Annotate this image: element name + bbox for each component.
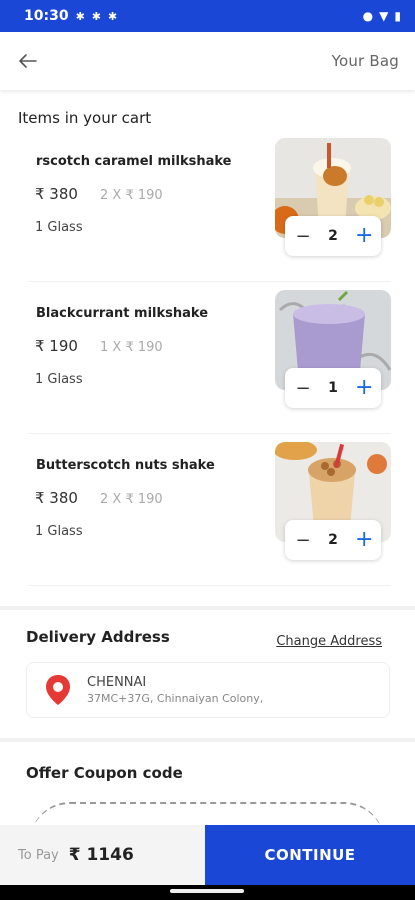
decrease-quantity-button[interactable]: −: [295, 226, 311, 247]
decrease-quantity-button[interactable]: −: [295, 530, 311, 551]
home-handle[interactable]: [170, 889, 244, 893]
item-price: ₹ 380: [35, 185, 78, 203]
dnd-icon: ●: [362, 9, 374, 23]
coupon-section: Offer Coupon code: [0, 742, 415, 825]
item-price: ₹ 380: [35, 489, 78, 507]
system-nav-bar: [0, 885, 415, 900]
item-price: ₹ 190: [35, 337, 78, 355]
change-address-link[interactable]: Change Address: [276, 634, 382, 649]
item-unit: 1 Glass: [35, 524, 83, 539]
increase-quantity-button[interactable]: +: [355, 529, 373, 551]
notification-icon: ✱: [108, 9, 118, 23]
pay-summary: To Pay ₹ 1146: [0, 825, 205, 885]
battery-icon: ▮: [394, 9, 401, 23]
coupon-title: Offer Coupon code: [26, 764, 183, 782]
item-calc: 2 X ₹ 190: [100, 188, 163, 203]
quantity-stepper: − 2 +: [285, 520, 381, 560]
pay-amount: ₹ 1146: [68, 845, 134, 865]
address-text: CHENNAI 37MC+37G, Chinnaiyan Colony,: [87, 675, 263, 705]
quantity-stepper: − 2 +: [285, 216, 381, 256]
main-content: Items in your cart rscotch caramel milks…: [0, 92, 415, 825]
address-city: CHENNAI: [87, 675, 147, 690]
item-unit: 1 Glass: [35, 220, 83, 235]
item-calc: 1 X ₹ 190: [100, 340, 163, 355]
notification-icon: ✱: [91, 9, 102, 23]
quantity-value: 2: [328, 228, 338, 244]
checkout-bar: To Pay ₹ 1146 CONTINUE: [0, 825, 415, 885]
decrease-quantity-button[interactable]: −: [295, 378, 311, 399]
status-bar: 10:30 ✱ ✱ ✱ ● ▼ ▮: [0, 0, 415, 32]
cart-item: Butterscotch nuts shake ₹ 380 2 X ₹ 190 …: [28, 434, 391, 586]
quantity-value: 1: [328, 380, 338, 396]
cart-item: Blackcurrant milkshake ₹ 190 1 X ₹ 190 1…: [28, 282, 391, 434]
address-line: 37MC+37G, Chinnaiyan Colony,: [87, 692, 264, 705]
item-calc: 2 X ₹ 190: [100, 492, 163, 507]
status-time: 10:30: [24, 8, 69, 24]
increase-quantity-button[interactable]: +: [355, 377, 373, 399]
item-name: Butterscotch nuts shake: [36, 458, 215, 473]
page-title: Your Bag: [331, 52, 399, 70]
item-name: Blackcurrant milkshake: [36, 306, 209, 321]
wifi-icon: ▼: [379, 9, 389, 23]
cart-item: rscotch caramel milkshake ₹ 380 2 X ₹ 19…: [28, 130, 391, 282]
notification-icon: ✱: [75, 9, 85, 23]
quantity-value: 2: [328, 532, 338, 548]
item-unit: 1 Glass: [35, 372, 83, 387]
increase-quantity-button[interactable]: +: [355, 225, 373, 247]
cart-section-title: Items in your cart: [18, 109, 152, 127]
back-arrow-icon[interactable]: [16, 49, 40, 73]
app-header: Your Bag: [0, 32, 415, 90]
continue-button[interactable]: CONTINUE: [205, 825, 415, 885]
location-pin-icon: [45, 674, 71, 706]
address-card[interactable]: CHENNAI 37MC+37G, Chinnaiyan Colony,: [26, 662, 390, 718]
item-name: rscotch caramel milkshake: [36, 154, 232, 169]
delivery-section: Delivery Address Change Address CHENNAI …: [0, 610, 415, 738]
delivery-title: Delivery Address: [26, 628, 170, 646]
quantity-stepper: − 1 +: [285, 368, 381, 408]
coupon-input-area[interactable]: [30, 802, 384, 825]
pay-label: To Pay: [18, 847, 59, 863]
